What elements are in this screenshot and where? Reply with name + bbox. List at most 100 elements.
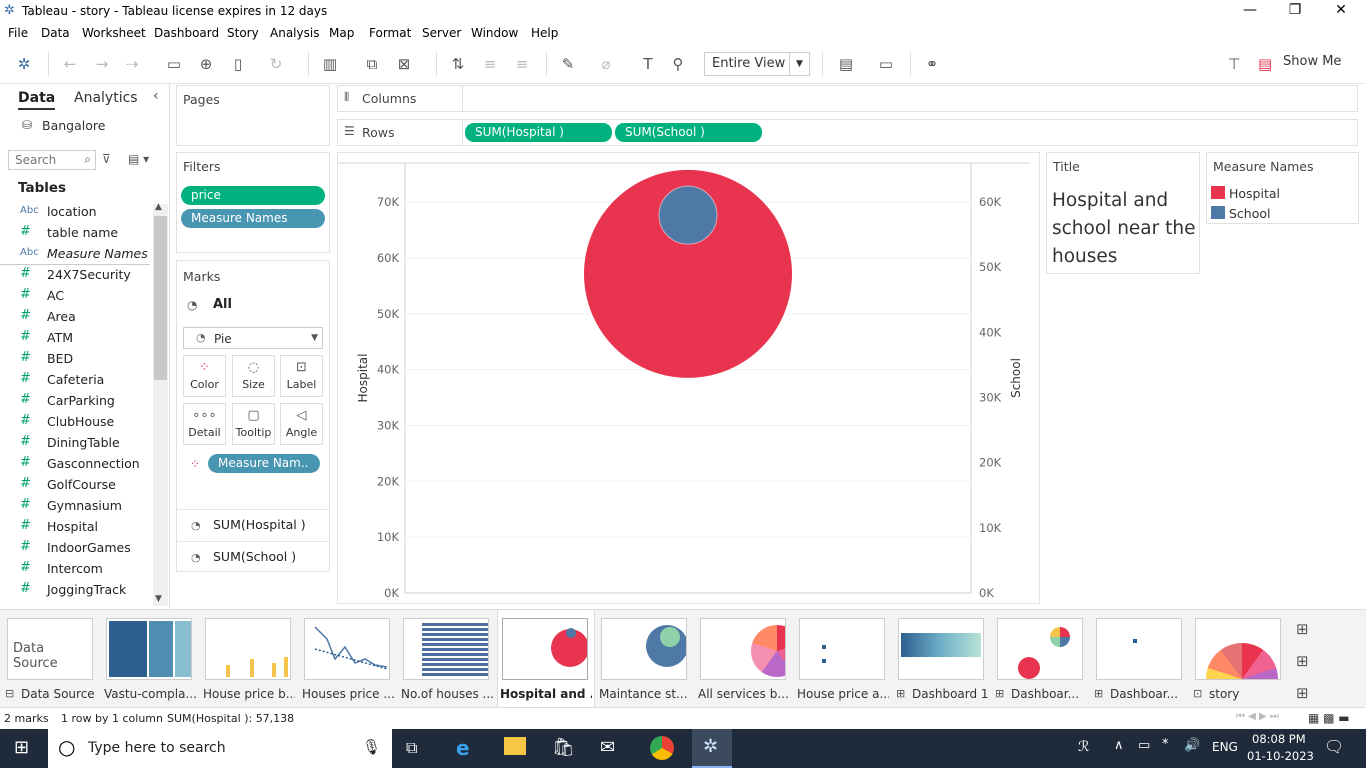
windows-start-icon[interactable]: ⊞ bbox=[14, 737, 29, 758]
show-me-icon[interactable]: ▤ bbox=[1258, 54, 1272, 74]
highlight-icon[interactable]: ✎ bbox=[558, 54, 578, 74]
volume-icon[interactable]: 🔊 bbox=[1184, 738, 1200, 753]
color-pill-measure-names[interactable]: Measure Nam.. bbox=[208, 454, 320, 473]
thumb-dashboard-2[interactable] bbox=[997, 618, 1083, 680]
microphone-icon[interactable]: 🎙 bbox=[362, 738, 381, 756]
menu-analysis[interactable]: Analysis bbox=[270, 26, 319, 40]
menu-file[interactable]: File bbox=[8, 26, 28, 40]
thumb-maintance[interactable] bbox=[601, 618, 687, 680]
thumb-houses-price[interactable] bbox=[304, 618, 390, 680]
menu-map[interactable]: Map bbox=[329, 26, 354, 40]
mark-type-select[interactable]: ◔ Pie ▼ bbox=[183, 327, 323, 349]
sheet-tab-9[interactable]: Dashboard 1 bbox=[912, 687, 988, 701]
field-item[interactable]: # BED bbox=[0, 349, 150, 370]
datasource-name[interactable]: Bangalore bbox=[42, 118, 105, 133]
sheet-tab-1[interactable]: Vastu-compla... bbox=[104, 687, 196, 701]
filters-shelf[interactable]: Filters price Measure Names bbox=[176, 152, 330, 253]
legend-item-hospital[interactable]: Hospital bbox=[1229, 186, 1280, 201]
duplicate-icon[interactable]: ⧉ bbox=[362, 54, 382, 74]
color-button[interactable]: ⁘ Color bbox=[183, 355, 226, 397]
field-item[interactable]: # JoggingTrack bbox=[0, 580, 150, 601]
task-view-icon[interactable]: ⧉ bbox=[406, 738, 417, 758]
new-story-tab-icon[interactable]: ⊞ bbox=[1296, 684, 1309, 702]
field-item[interactable]: # Intercom bbox=[0, 559, 150, 580]
group-icon[interactable]: ⌀ bbox=[596, 54, 616, 74]
pin-icon[interactable]: ⚲ bbox=[668, 54, 688, 74]
clock-date[interactable]: 01-10-2023 bbox=[1247, 749, 1314, 763]
menu-story[interactable]: Story bbox=[227, 26, 259, 40]
show-cards-icon[interactable]: ▤ bbox=[836, 54, 856, 74]
battery-icon[interactable]: ▭ bbox=[1138, 738, 1150, 753]
thumb-house-price-a[interactable] bbox=[799, 618, 885, 680]
tableau-taskbar-button[interactable]: ✲ bbox=[692, 729, 732, 768]
chevron-down-icon[interactable]: ▼ bbox=[789, 53, 809, 75]
row-pill-hospital[interactable]: SUM(Hospital ) bbox=[465, 123, 612, 142]
refresh-icon[interactable]: ↻ bbox=[266, 54, 286, 74]
thumb-dashboard-3[interactable] bbox=[1096, 618, 1182, 680]
label-button[interactable]: ⊡ Label bbox=[280, 355, 323, 397]
scroll-down-icon[interactable]: ▼ bbox=[155, 594, 162, 604]
pause-updates-icon[interactable]: ▯ bbox=[228, 54, 248, 74]
notification-icon[interactable]: 🗨 bbox=[1324, 737, 1344, 756]
field-item[interactable]: # AC bbox=[0, 286, 150, 307]
thumb-story[interactable] bbox=[1195, 618, 1281, 680]
show-me-button[interactable]: Show Me bbox=[1283, 54, 1341, 69]
scroll-up-icon[interactable]: ▲ bbox=[155, 202, 162, 212]
menu-format[interactable]: Format bbox=[369, 26, 411, 40]
chrome-icon[interactable] bbox=[650, 736, 674, 760]
legend-swatch-school[interactable] bbox=[1211, 206, 1225, 219]
sort-asc-icon[interactable]: ≡ bbox=[480, 54, 500, 74]
sheet-tab-6[interactable]: Maintance st... bbox=[599, 687, 688, 701]
sheet-tab-5[interactable]: Hospital and ... bbox=[500, 687, 592, 701]
sheet-tab-12[interactable]: story bbox=[1209, 687, 1239, 701]
field-search[interactable]: ⌕ bbox=[8, 150, 96, 170]
close-icon[interactable]: ✕ bbox=[1329, 2, 1353, 18]
new-dashboard-tab-icon[interactable]: ⊞ bbox=[1296, 652, 1309, 670]
marks-sum-hospital[interactable]: SUM(Hospital ) bbox=[213, 517, 306, 532]
columns-shelf[interactable]: ⦀ Columns bbox=[337, 85, 1358, 112]
thumb-dashboard-1[interactable] bbox=[898, 618, 984, 680]
legend-swatch-hospital[interactable] bbox=[1211, 186, 1225, 199]
edge-icon[interactable]: e bbox=[456, 736, 470, 760]
sheet-tab-4[interactable]: No.of houses ... bbox=[401, 687, 493, 701]
sheet-tab-10[interactable]: Dashboar... bbox=[1011, 687, 1079, 701]
sheet-tab-7[interactable]: All services b... bbox=[698, 687, 789, 701]
menu-window[interactable]: Window bbox=[471, 26, 518, 40]
field-item[interactable]: # Area bbox=[0, 307, 150, 328]
field-item[interactable]: # CarParking bbox=[0, 391, 150, 412]
file-explorer-icon[interactable] bbox=[504, 737, 526, 755]
taskbar-search[interactable]: ○ Type here to search 🎙 bbox=[48, 729, 392, 768]
restore-icon[interactable]: ❐ bbox=[1283, 2, 1307, 18]
size-button[interactable]: ◌ Size bbox=[232, 355, 275, 397]
sheet-tab-8[interactable]: House price a... bbox=[797, 687, 889, 701]
thumb-all-services[interactable] bbox=[700, 618, 786, 680]
thumb-house-price-b[interactable] bbox=[205, 618, 291, 680]
rows-shelf[interactable]: ☰ Rows SUM(Hospital ) SUM(School ) bbox=[337, 119, 1358, 146]
field-item[interactable]: # Hospital bbox=[0, 517, 150, 538]
menu-data[interactable]: Data bbox=[41, 26, 70, 40]
field-item[interactable]: Abc location bbox=[0, 202, 150, 223]
detail-button[interactable]: ∘∘∘ Detail bbox=[183, 403, 226, 445]
new-datasource-icon[interactable]: ⊕ bbox=[196, 54, 216, 74]
view-size-select[interactable]: Entire View ▼ bbox=[704, 52, 810, 76]
tab-data[interactable]: Data bbox=[18, 90, 56, 110]
field-item[interactable]: # Gymnasium bbox=[0, 496, 150, 517]
show-labels-icon[interactable]: T bbox=[638, 54, 658, 74]
undo-icon[interactable]: ← bbox=[60, 54, 80, 74]
tooltip-button[interactable]: ▢ Tooltip bbox=[232, 403, 275, 445]
field-item[interactable]: # ClubHouse bbox=[0, 412, 150, 433]
marks-all-label[interactable]: All bbox=[213, 297, 232, 312]
tab-nav-icons[interactable]: ⏮ ◀ ▶ ⏭ bbox=[1236, 711, 1279, 722]
share-icon[interactable]: ⚭ bbox=[922, 54, 942, 74]
search-input[interactable] bbox=[9, 151, 75, 169]
presentation-icon[interactable]: ▭ bbox=[876, 54, 896, 74]
swap-icon[interactable]: ⇅ bbox=[448, 54, 468, 74]
sort-desc-icon[interactable]: ≡ bbox=[512, 54, 532, 74]
menu-worksheet[interactable]: Worksheet bbox=[82, 26, 146, 40]
tooltip-brush-icon[interactable]: ⊤ bbox=[1224, 54, 1244, 74]
menu-dashboard[interactable]: Dashboard bbox=[154, 26, 219, 40]
field-item[interactable]: # table name bbox=[0, 223, 150, 244]
clock-time[interactable]: 08:08 PM bbox=[1252, 732, 1306, 746]
angle-button[interactable]: ◁ Angle bbox=[280, 403, 323, 445]
field-item[interactable]: # Gasconnection bbox=[0, 454, 150, 475]
